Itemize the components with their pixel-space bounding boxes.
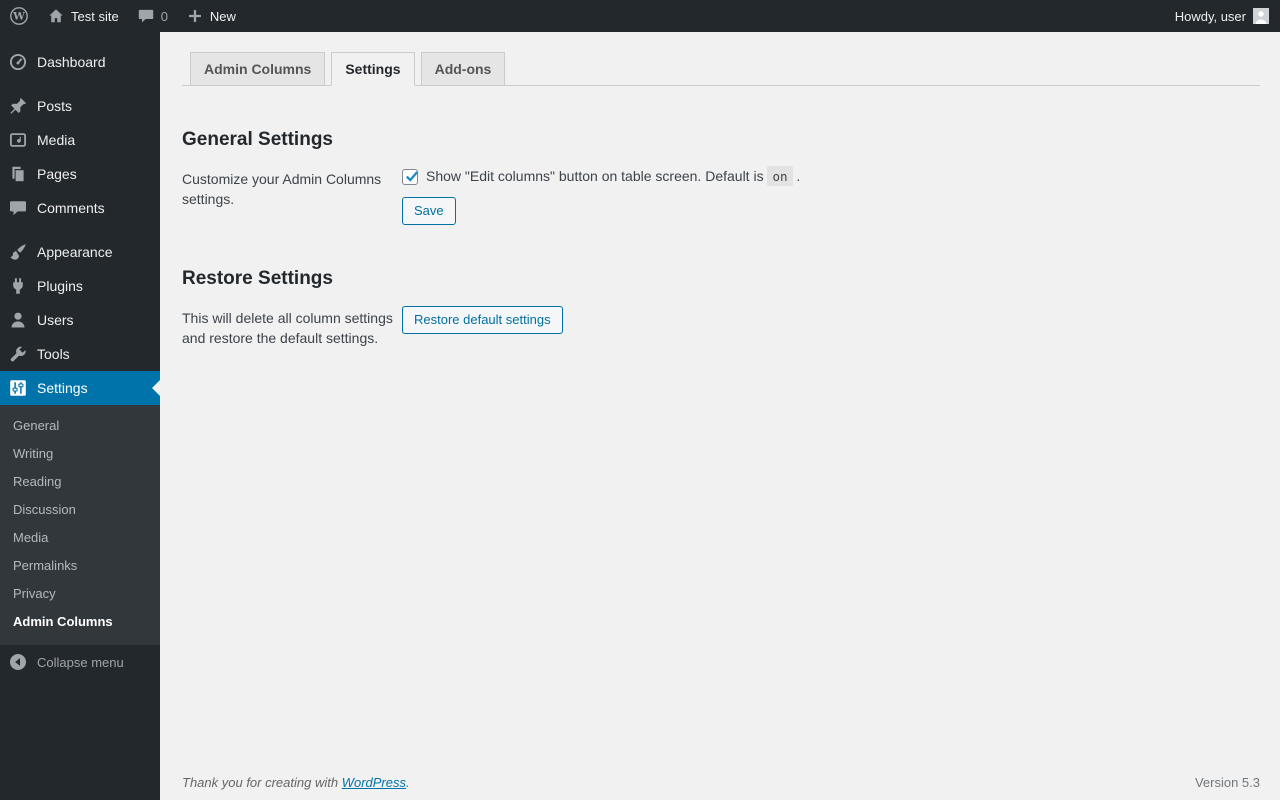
- submenu-item-privacy[interactable]: Privacy: [0, 580, 160, 608]
- new-label: New: [209, 8, 236, 24]
- sidebar-item-dashboard[interactable]: Dashboard: [0, 45, 160, 79]
- sidebar-item-label: Posts: [37, 98, 73, 114]
- restore-settings-row: This will delete all column settings and…: [182, 305, 1260, 349]
- sliders-icon: [8, 378, 28, 398]
- comment-bubble-icon: [137, 7, 155, 25]
- edit-columns-checkbox-label[interactable]: Show "Edit columns" button on table scre…: [426, 166, 801, 187]
- footer-thanks-prefix: Thank you for creating with: [182, 775, 342, 790]
- menu-separator: [0, 79, 160, 89]
- submenu-item-media[interactable]: Media: [0, 524, 160, 552]
- restore-settings-field: Restore default settings: [402, 305, 1260, 334]
- admin-bar: W Test site 0 New Howdy, user: [0, 0, 1280, 32]
- tab-admin-columns[interactable]: Admin Columns: [190, 52, 326, 86]
- general-settings-heading: General Settings: [182, 129, 333, 150]
- general-settings-field: Show "Edit columns" button on table scre…: [402, 166, 1260, 225]
- dashboard-icon: [8, 52, 28, 72]
- checkbox-text-before: Show "Edit columns" button on table scre…: [426, 168, 764, 184]
- sidebar-item-label: Users: [37, 312, 74, 328]
- restore-settings-description: This will delete all column settings and…: [182, 309, 393, 346]
- site-name-label: Test site: [71, 8, 119, 24]
- wordpress-logo-icon: W: [9, 6, 29, 26]
- comment-count-badge: 0: [160, 8, 168, 24]
- wordpress-link[interactable]: WordPress: [342, 775, 406, 790]
- save-button[interactable]: Save: [402, 196, 456, 225]
- settings-panel: General Settings Customize your Admin Co…: [160, 129, 1280, 348]
- sidebar-item-label: Media: [37, 132, 76, 148]
- checkbox-text-after: .: [796, 168, 801, 184]
- tab-bar: Admin Columns Settings Add-ons: [182, 52, 1260, 86]
- sidebar-item-settings[interactable]: Settings: [0, 371, 160, 405]
- sidebar-item-media[interactable]: Media: [0, 123, 160, 157]
- plugin-icon: [8, 276, 28, 296]
- sidebar-item-label: Dashboard: [37, 54, 106, 70]
- comment-bubble-icon: [8, 198, 28, 218]
- main-content: Admin Columns Settings Add-ons General Set…: [160, 32, 1280, 800]
- settings-submenu: General Writing Reading Discussion Media Perm…: [0, 405, 160, 645]
- wordpress-logo-menu[interactable]: W: [0, 0, 38, 32]
- home-icon: [47, 7, 65, 25]
- submenu-item-general[interactable]: General: [0, 412, 160, 440]
- sidebar-item-pages[interactable]: Pages: [0, 157, 160, 191]
- footer-thanks: Thank you for creating with WordPress.: [182, 775, 410, 790]
- my-account-menu[interactable]: Howdy, user: [1164, 0, 1280, 32]
- person-icon: [8, 310, 28, 330]
- media-icon: [8, 130, 28, 150]
- restore-default-settings-button[interactable]: Restore default settings: [402, 305, 563, 334]
- submenu-item-permalinks[interactable]: Permalinks: [0, 552, 160, 580]
- sidebar-menu: Dashboard Posts Media Pages Comments Appearan…: [0, 32, 160, 405]
- sidebar-item-users[interactable]: Users: [0, 303, 160, 337]
- comments-menu[interactable]: 0: [128, 0, 177, 32]
- collapse-menu-label: Collapse menu: [37, 654, 124, 670]
- admin-bar-left: W Test site 0 New: [0, 0, 245, 32]
- sidebar-item-label: Appearance: [37, 244, 113, 260]
- sidebar-item-tools[interactable]: Tools: [0, 337, 160, 371]
- submenu-item-reading[interactable]: Reading: [0, 468, 160, 496]
- footer-thanks-suffix: .: [406, 775, 410, 790]
- plus-icon: [186, 7, 204, 25]
- collapse-menu-button[interactable]: Collapse menu: [0, 645, 160, 679]
- svg-text:W: W: [12, 11, 25, 23]
- sidebar-item-appearance[interactable]: Appearance: [0, 235, 160, 269]
- general-settings-description: Customize your Admin Columns settings.: [182, 171, 382, 208]
- default-value-chip: on: [767, 166, 793, 186]
- footer-version: Version 5.3: [1194, 775, 1260, 790]
- user-avatar-icon: [1253, 8, 1269, 24]
- admin-sidebar: Dashboard Posts Media Pages Comments Appearan…: [0, 32, 160, 800]
- sidebar-item-comments[interactable]: Comments: [0, 191, 160, 225]
- sidebar-item-label: Tools: [37, 346, 70, 362]
- pages-icon: [8, 164, 28, 184]
- tab-add-ons[interactable]: Add-ons: [420, 52, 506, 86]
- site-name-menu[interactable]: Test site: [38, 0, 128, 32]
- footer: Thank you for creating with WordPress. V…: [182, 775, 1260, 790]
- howdy-label: Howdy, user: [1174, 8, 1246, 24]
- submenu-item-admin-columns[interactable]: Admin Columns: [0, 608, 160, 636]
- sidebar-item-label: Plugins: [37, 278, 83, 294]
- tab-settings[interactable]: Settings: [331, 52, 415, 86]
- collapse-arrow-icon: [8, 652, 28, 672]
- sidebar-item-posts[interactable]: Posts: [0, 89, 160, 123]
- submenu-item-discussion[interactable]: Discussion: [0, 496, 160, 524]
- restore-settings-heading: Restore Settings: [182, 267, 333, 289]
- new-content-menu[interactable]: New: [177, 0, 245, 32]
- edit-columns-checkbox[interactable]: [402, 168, 419, 185]
- paintbrush-icon: [8, 242, 28, 262]
- menu-separator: [0, 225, 160, 235]
- pushpin-icon: [8, 96, 28, 116]
- sidebar-item-label: Comments: [37, 200, 105, 216]
- general-settings-row: Customize your Admin Columns settings. S…: [182, 166, 1260, 225]
- sidebar-item-label: Settings: [37, 380, 88, 396]
- sidebar-item-plugins[interactable]: Plugins: [0, 269, 160, 303]
- edit-columns-option: Show "Edit columns" button on table scre…: [402, 166, 1260, 187]
- wrench-icon: [8, 344, 28, 364]
- sidebar-item-label: Pages: [37, 166, 77, 182]
- submenu-item-writing[interactable]: Writing: [0, 440, 160, 468]
